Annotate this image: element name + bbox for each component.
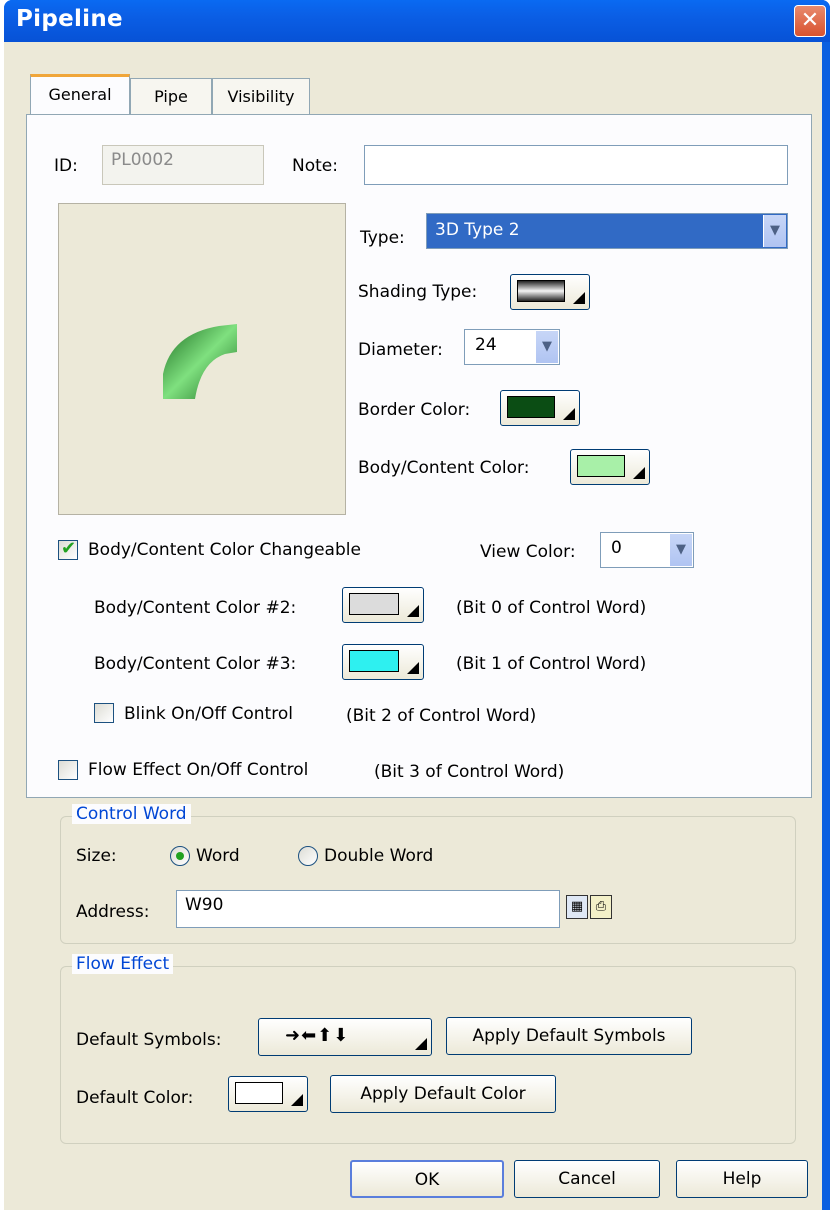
double-word-radio[interactable] [298,846,318,866]
address-label: Address: [76,902,150,922]
default-color-label: Default Color: [76,1088,194,1108]
size-label: Size: [76,846,117,866]
cancel-button[interactable]: Cancel [514,1160,660,1198]
dropdown-triangle-icon [407,605,419,617]
dropdown-triangle-icon [415,1038,427,1050]
chevron-down-icon[interactable]: ▼ [669,534,692,566]
blink-checkbox[interactable] [94,703,114,723]
body-color-button[interactable] [570,449,650,485]
id-field: PL0002 [102,145,264,185]
dropdown-triangle-icon [563,408,575,420]
color-changeable-label: Body/Content Color Changeable [88,540,361,560]
color2-swatch [349,593,399,615]
tag-browse-icon[interactable]: ⎙ [590,895,612,919]
color2-label: Body/Content Color #2: [94,598,297,618]
id-label: ID: [54,156,78,176]
address-input[interactable]: W90 [176,890,560,928]
type-value: 3D Type 2 [435,220,520,240]
diameter-select[interactable]: 24 ▼ [464,329,560,365]
chevron-down-icon[interactable]: ▼ [535,331,558,363]
word-radio-label: Word [196,846,240,866]
default-color-swatch [235,1082,283,1104]
view-color-label: View Color: [480,542,576,562]
dropdown-triangle-icon [407,662,419,674]
dropdown-triangle-icon [573,292,585,304]
type-select[interactable]: 3D Type 2 ▼ [426,213,788,249]
color-changeable-checkbox[interactable]: ✔ [58,538,78,560]
blink-label: Blink On/Off Control [124,704,293,724]
chevron-down-icon[interactable]: ▼ [763,215,786,247]
apply-default-color-button[interactable]: Apply Default Color [330,1075,556,1113]
control-word-title: Control Word [72,804,191,824]
ok-button[interactable]: OK [350,1160,504,1198]
flow-effect-title: Flow Effect [72,954,174,974]
note-label: Note: [292,156,338,176]
color3-note: (Bit 1 of Control Word) [456,654,647,674]
border-color-button[interactable] [500,390,580,426]
border-color-label: Border Color: [358,400,471,420]
diameter-label: Diameter: [358,340,443,360]
dropdown-triangle-icon [633,467,645,479]
tab-label: General [48,85,112,104]
close-icon: ✕ [800,8,820,33]
double-word-radio-label: Double Word [324,846,434,866]
color2-button[interactable] [342,587,424,623]
diameter-value: 24 [475,335,497,355]
view-color-value: 0 [611,538,622,558]
default-symbols-button[interactable]: ➜⬅⬆⬇ [258,1018,432,1056]
color3-swatch [349,650,399,672]
tab-label: Visibility [227,87,295,106]
shading-swatch [517,280,565,302]
tab-visibility[interactable]: Visibility [212,78,310,115]
note-input[interactable] [364,145,788,185]
body-color-label: Body/Content Color: [358,458,530,478]
shading-type-label: Shading Type: [358,282,478,302]
default-symbols-label: Default Symbols: [76,1030,222,1050]
window-title: Pipeline [16,6,123,32]
radio-dot-icon [176,852,184,860]
flow-effect-note: (Bit 3 of Control Word) [374,762,565,782]
help-button[interactable]: Help [676,1160,808,1198]
flow-effect-label: Flow Effect On/Off Control [88,760,309,780]
checkmark-icon: ✔ [61,538,77,559]
tab-pipe[interactable]: Pipe [130,78,212,115]
color3-label: Body/Content Color #3: [94,654,297,674]
calculator-icon[interactable]: ▦ [566,895,588,919]
close-button[interactable]: ✕ [794,5,826,37]
pipe-elbow-preview [163,324,237,399]
body-color-swatch [577,455,625,477]
color3-button[interactable] [342,644,424,680]
color2-note: (Bit 0 of Control Word) [456,598,647,618]
dropdown-triangle-icon [291,1094,303,1106]
word-radio[interactable] [170,846,190,866]
type-label: Type: [360,228,405,248]
arrow-symbols-icon: ➜⬅⬆⬇ [285,1025,350,1046]
tab-general[interactable]: General [30,74,130,119]
title-bar[interactable]: Pipeline ✕ [4,0,830,42]
default-color-button[interactable] [228,1076,308,1112]
flow-effect-checkbox[interactable] [58,760,78,780]
view-color-select[interactable]: 0 ▼ [600,532,694,568]
preview-panel [58,203,346,515]
blink-note: (Bit 2 of Control Word) [346,706,537,726]
tab-label: Pipe [154,87,188,106]
apply-default-symbols-button[interactable]: Apply Default Symbols [446,1017,692,1055]
border-color-swatch [507,396,555,418]
shading-type-button[interactable] [510,274,590,310]
